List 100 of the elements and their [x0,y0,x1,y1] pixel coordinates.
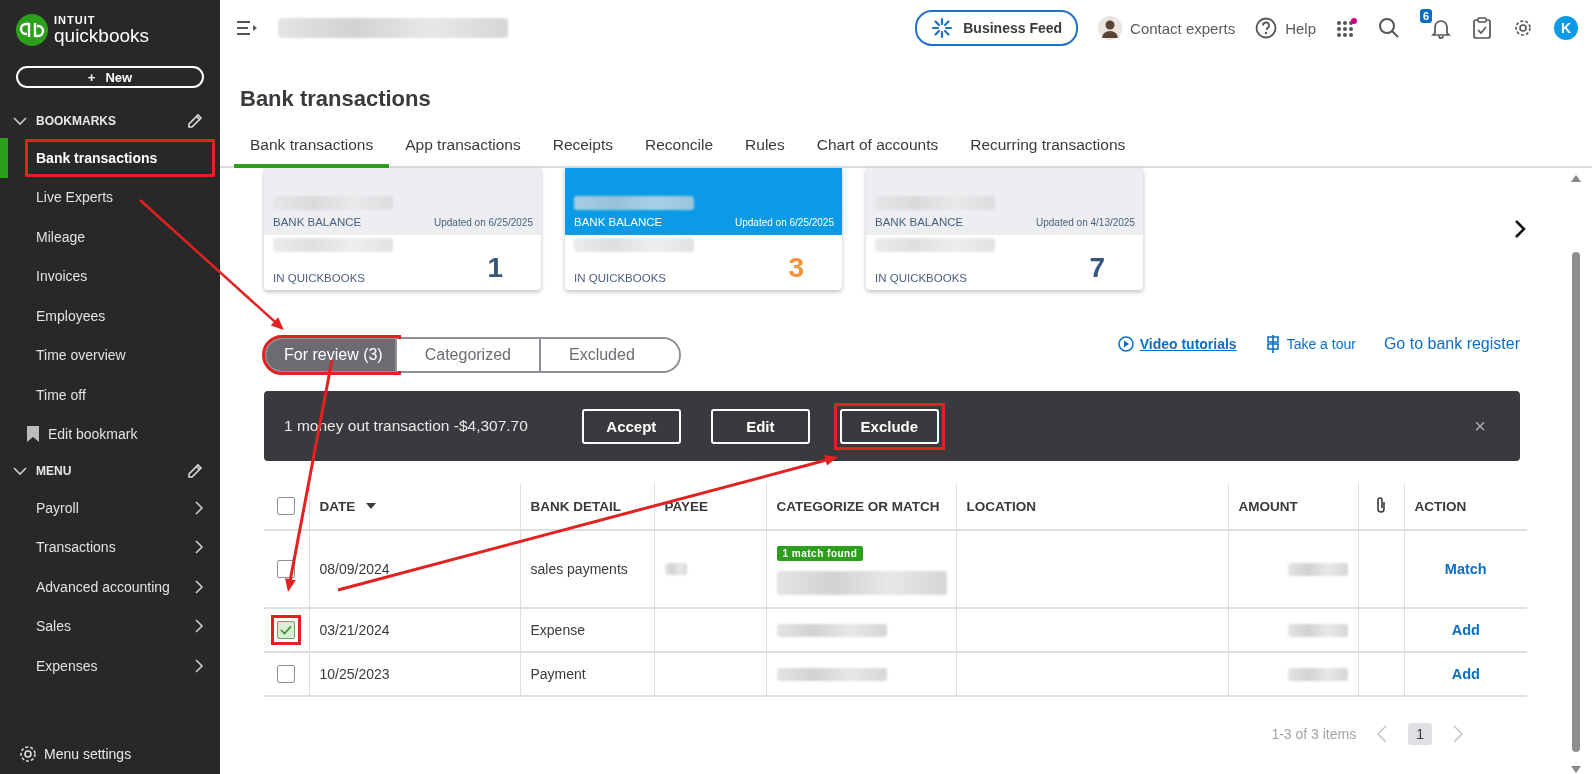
sidebar-item[interactable]: Sales [0,606,220,646]
redacted-text [664,563,687,575]
redacted-text [1287,562,1348,576]
table-cell: 10/25/2023 [309,652,520,696]
sidebar-item[interactable]: Employees [0,296,220,336]
settings-icon[interactable] [1512,17,1534,39]
sort-descending-icon[interactable] [365,500,378,511]
action-button[interactable]: Accept [581,408,681,444]
sidebar-item[interactable]: Mileage [0,217,220,257]
column-header: AMOUNT [1228,483,1358,530]
table-cell: 03/21/2024 [309,608,520,652]
tab[interactable]: Recurring transactions [954,136,1142,168]
sidebar-item[interactable]: Live Experts [0,177,220,217]
chevron-right-icon [192,499,204,516]
section-title: BOOKMARKS [36,114,117,128]
action-button[interactable]: Exclude [839,408,939,444]
chevron-right-icon[interactable] [1514,219,1526,239]
sidebar-item[interactable]: Invoices [0,256,220,296]
column-header[interactable]: DATE [309,483,520,530]
help-button[interactable]: Help [1255,17,1316,39]
action-link[interactable]: Add [1414,621,1517,639]
balance-label: BANK BALANCE [574,216,663,228]
action-button[interactable]: Edit [710,408,810,444]
menu-icon[interactable] [236,20,258,36]
balance-label: BANK BALANCE [875,216,964,228]
chevron-down-icon[interactable] [12,464,28,478]
signpost-icon [1264,334,1281,354]
sidebar-item[interactable]: Advanced accounting [0,567,220,607]
account-card[interactable]: BANK BALANCE Updated on 6/25/2025 IN QUICKBOOKS 1 [264,168,541,290]
brand-name: INTUIT [54,15,97,26]
sidebar-item[interactable]: Edit bookmark [0,414,220,454]
bell-icon [1430,17,1452,39]
redacted-text [1287,667,1348,681]
scrollbar-thumb[interactable] [1572,252,1580,752]
play-icon [1117,336,1134,352]
chevron-right-icon [192,539,204,556]
redacted-text [1287,623,1348,637]
section-title: MENU [36,464,73,478]
pencil-icon[interactable] [186,112,204,130]
person-avatar-icon [1098,16,1123,40]
notification-count: 6 [1420,9,1433,23]
tab[interactable]: Rules [729,136,801,168]
new-button[interactable]: + New [16,66,204,88]
updated-date: Updated on 4/13/2025 [1036,217,1135,228]
table-cell: Payment [520,652,654,696]
link[interactable]: Go to bank register [1383,335,1520,353]
transaction-count: 7 [1089,252,1105,284]
account-card[interactable]: BANK BALANCE Updated on 6/25/2025 IN QUICKBOOKS 3 [565,168,842,290]
table-cell: sales payments [520,530,654,608]
action-link[interactable]: Add [1414,665,1517,683]
transaction-count: 3 [788,252,804,284]
sidebar-item[interactable]: Expenses [0,646,220,686]
checkbox[interactable] [277,497,296,515]
notifications-button[interactable]: 6 [1420,9,1452,39]
table-cell: 08/09/2024 [309,530,520,608]
updated-date: Updated on 6/25/2025 [434,217,533,228]
action-link[interactable]: Match [1414,560,1517,578]
books-label: IN QUICKBOOKS [875,272,968,284]
product-name: quickbooks [54,26,150,45]
settings-icon [18,744,38,764]
sidebar-item[interactable]: Bank transactions [0,138,220,178]
checkbox[interactable] [277,621,296,639]
tab[interactable]: Chart of accounts [800,136,955,168]
page-number[interactable]: 1 [1408,723,1432,745]
pencil-icon[interactable] [186,462,204,480]
books-label: IN QUICKBOOKS [273,272,366,284]
contact-experts-button[interactable]: Contact experts [1098,16,1236,40]
checkbox[interactable] [277,665,296,683]
column-header: PAYEE [654,483,766,530]
updated-date: Updated on 6/25/2025 [735,217,834,228]
tab[interactable]: Reconcile [629,136,730,168]
paperclip-icon [1375,495,1387,514]
column-header: CATEGORIZE OR MATCH [766,483,956,530]
chevron-down-icon[interactable] [12,114,28,128]
tab[interactable]: App transactions [389,136,537,168]
link[interactable]: Take a tour [1264,334,1356,354]
account-card[interactable]: BANK BALANCE Updated on 4/13/2025 IN QUICKBOOKS 7 [866,168,1143,290]
clipboard-check-icon[interactable] [1472,17,1492,39]
sidebar-item[interactable]: Time off [0,375,220,415]
filter-tab[interactable]: Categorized [396,339,541,371]
match-badge: 1 match found [776,545,864,561]
pagination-summary: 1-3 of 3 items [1271,726,1357,742]
close-button[interactable]: × [1468,413,1492,439]
chevron-right-icon [192,578,204,595]
quickbooks-logo-icon [16,14,48,46]
help-icon [1255,17,1278,39]
link[interactable]: Video tutorials [1117,336,1237,352]
sidebar-item[interactable]: Transactions [0,527,220,567]
table-cell: Expense [520,608,654,652]
balance-label: BANK BALANCE [273,216,362,228]
sidebar-item[interactable]: Time overview [0,335,220,375]
sidebar-item[interactable]: Payroll [0,488,220,528]
apps-grid-icon[interactable] [1336,18,1358,38]
tab[interactable]: Receipts [536,136,629,168]
column-header: ACTION [1404,483,1527,530]
scroll-down-icon[interactable] [1571,766,1581,774]
chevron-right-icon [192,657,204,674]
business-feed-button[interactable]: Business Feed [915,10,1079,46]
scroll-up-icon[interactable] [1571,174,1581,182]
search-icon[interactable] [1378,17,1400,39]
